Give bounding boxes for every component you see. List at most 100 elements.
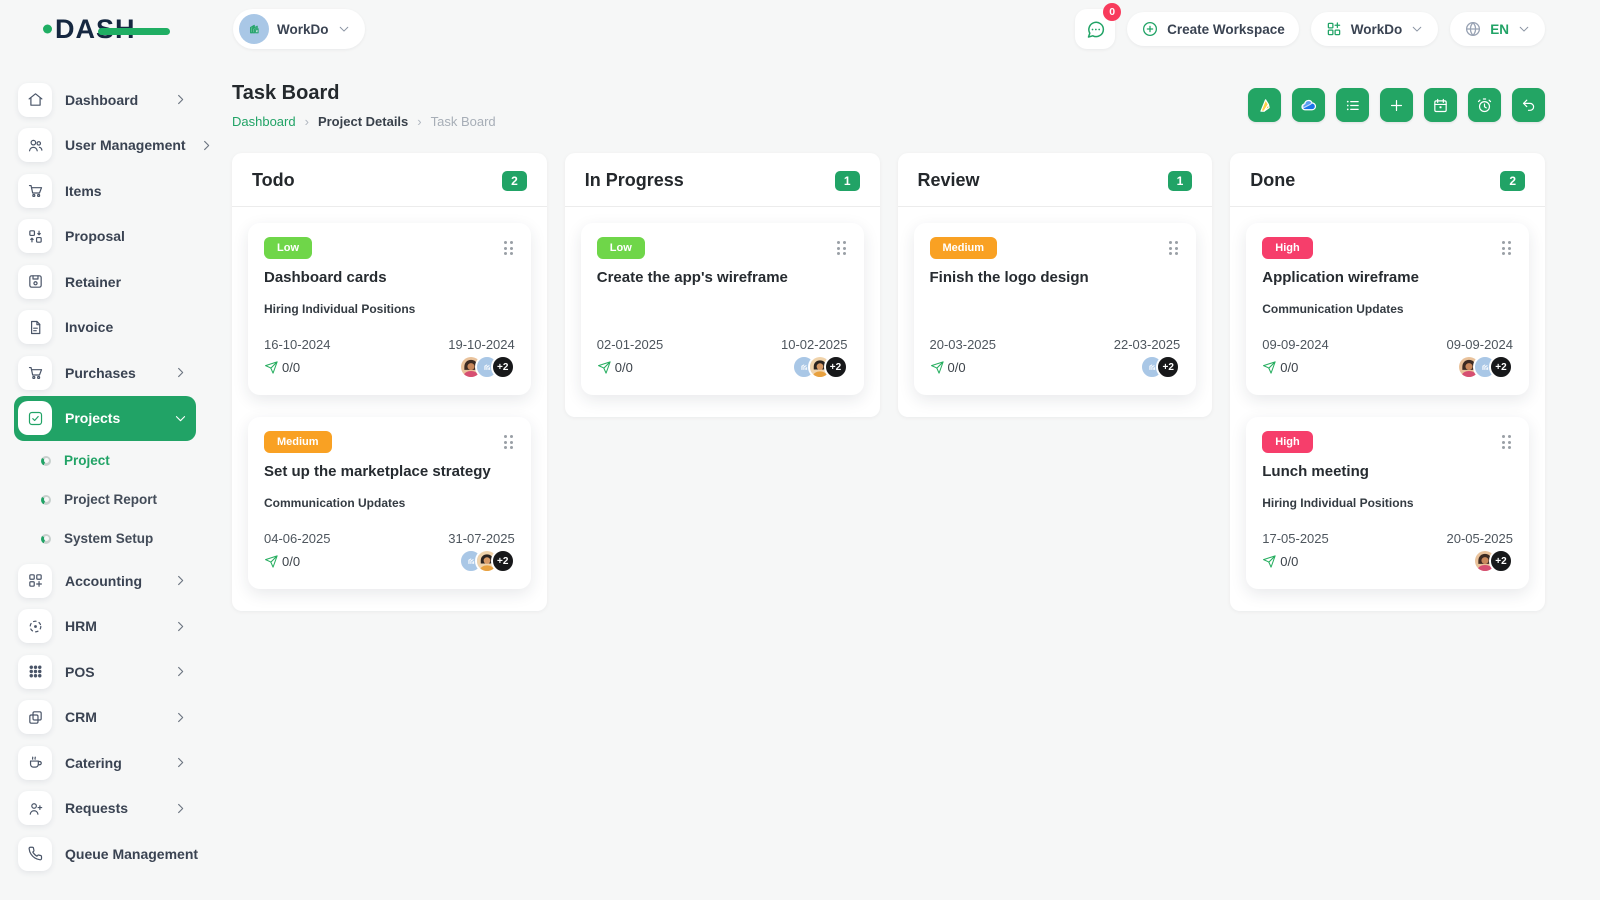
assignee-avatars: +2 xyxy=(458,549,515,573)
task-card[interactable]: Low Create the app's wireframe 02-01-202… xyxy=(580,223,864,395)
card-menu-button[interactable] xyxy=(1500,237,1513,259)
sidebar-item-label: Purchases xyxy=(65,364,136,381)
task-end-date: 09-09-2024 xyxy=(1446,337,1514,352)
task-end-date: 31-07-2025 xyxy=(448,531,515,546)
task-progress-count: 0/0 xyxy=(614,359,633,375)
task-card[interactable]: Medium Set up the marketplace strategy C… xyxy=(248,417,531,589)
messages-button[interactable]: 0 xyxy=(1075,3,1122,49)
task-title: Lunch meeting xyxy=(1262,463,1369,480)
timer-button[interactable] xyxy=(1468,88,1501,122)
breadcrumb: Dashboard › Project Details › Task Board xyxy=(232,114,496,129)
task-progress: 0/0 xyxy=(597,360,633,375)
send-icon xyxy=(1262,360,1277,375)
app-logo[interactable]: DASH xyxy=(43,15,171,43)
sidebar-item-items[interactable]: Items xyxy=(14,168,196,214)
task-card[interactable]: High Application wireframe Communication… xyxy=(1246,223,1529,395)
workspace-avatar xyxy=(239,14,269,44)
chevron-right-icon xyxy=(173,365,188,380)
sidebar-item-label: Catering xyxy=(65,754,122,771)
chevron-down-icon xyxy=(337,22,351,36)
card-menu-button[interactable] xyxy=(835,237,848,259)
sidebar-item-crm[interactable]: CRM xyxy=(14,695,196,741)
breadcrumb-task-board: Task Board xyxy=(430,114,496,129)
card-menu-button[interactable] xyxy=(1167,237,1180,259)
task-progress: 0/0 xyxy=(264,554,300,569)
board-column-in-progress: In Progress 1 Low Create the app's wiref… xyxy=(564,153,880,417)
task-card[interactable]: Medium Finish the logo design 20-03-2025… xyxy=(913,223,1197,395)
sidebar-item-label: Invoice xyxy=(65,319,114,336)
chevron-down-icon xyxy=(173,411,188,426)
sidebar-item-queue-management[interactable]: Queue Management xyxy=(14,831,198,877)
chevron-right-icon xyxy=(173,710,188,725)
sidebar-subitem-project-report[interactable]: Project Report xyxy=(14,480,196,519)
workspace-pill[interactable]: WorkDo xyxy=(233,9,365,49)
sidebar-item-catering[interactable]: Catering xyxy=(14,740,196,786)
task-end-date: 19-10-2024 xyxy=(448,337,515,352)
card-menu-button[interactable] xyxy=(502,237,515,259)
back-button[interactable] xyxy=(1512,88,1545,122)
chevron-right-icon xyxy=(173,664,188,679)
priority-badge: High xyxy=(1262,431,1313,453)
column-body: Medium Finish the logo design 20-03-2025… xyxy=(898,207,1213,417)
calendar-icon xyxy=(1432,97,1449,114)
language-selector[interactable]: EN xyxy=(1450,12,1545,46)
breadcrumb-project-details[interactable]: Project Details xyxy=(318,114,408,129)
sidebar-item-requests[interactable]: Requests xyxy=(14,786,196,832)
swap-icon xyxy=(18,219,52,254)
phone-icon xyxy=(18,836,52,871)
create-workspace-button[interactable]: Create Workspace xyxy=(1127,12,1299,46)
plus-circle-icon xyxy=(1141,20,1159,38)
avatar-more: +2 xyxy=(1489,549,1513,573)
task-milestone: Communication Updates xyxy=(1262,302,1404,316)
sidebar-item-hrm[interactable]: HRM xyxy=(14,604,196,650)
workspace-switcher[interactable]: WorkDo xyxy=(1310,12,1439,46)
topbar: DASH WorkDo 0 Create Workspace WorkDo EN xyxy=(0,0,1600,58)
sidebar-item-user-management[interactable]: User Management xyxy=(14,123,209,169)
sidebar-item-proposal[interactable]: Proposal xyxy=(14,214,196,260)
logo-wrap: DASH xyxy=(0,15,210,43)
card-menu-button[interactable] xyxy=(1500,431,1513,453)
priority-badge: High xyxy=(1262,237,1313,259)
sidebar-item-retainer[interactable]: Retainer xyxy=(14,259,196,305)
sidebar-item-dashboard[interactable]: Dashboard xyxy=(14,77,196,123)
grid-small-icon xyxy=(1325,20,1343,38)
sidebar-subitem-project[interactable]: Project xyxy=(14,441,196,480)
assignee-avatars: +2 xyxy=(791,355,848,379)
page-actions xyxy=(1248,88,1545,122)
sidebar-item-accounting[interactable]: Accounting xyxy=(14,558,196,604)
send-icon xyxy=(1262,554,1277,569)
sidebar-item-label: Proposal xyxy=(65,228,125,245)
column-title: Review xyxy=(917,170,980,190)
sidebar-item-purchases[interactable]: Purchases xyxy=(14,350,196,396)
sidebar-item-label: User Management xyxy=(65,137,186,154)
chevron-down-icon xyxy=(1517,22,1531,36)
breadcrumb-dashboard[interactable]: Dashboard xyxy=(232,114,296,129)
list-view-button[interactable] xyxy=(1336,88,1369,122)
onedrive-button[interactable] xyxy=(1292,88,1325,122)
task-card[interactable]: High Lunch meeting Hiring Individual Pos… xyxy=(1246,417,1529,589)
calendar-button[interactable] xyxy=(1424,88,1457,122)
sidebar-item-pos[interactable]: POS xyxy=(14,649,196,695)
sidebar-subitem-system-setup[interactable]: System Setup xyxy=(14,519,196,558)
sidebar-item-projects[interactable]: Projects xyxy=(14,395,196,441)
task-progress-count: 0/0 xyxy=(282,359,301,375)
chat-icon xyxy=(1085,19,1106,40)
sidebar-item-invoice[interactable]: Invoice xyxy=(14,305,196,351)
task-card[interactable]: Low Dashboard cards Hiring Individual Po… xyxy=(248,223,531,395)
sidebar-subitem-label: Project Report xyxy=(64,492,158,507)
user-plus-icon xyxy=(18,791,52,826)
google-drive-button[interactable] xyxy=(1248,88,1281,122)
add-task-button[interactable] xyxy=(1380,88,1413,122)
priority-badge: Low xyxy=(264,237,312,259)
column-title: Todo xyxy=(252,170,295,190)
main-content: Task Board Dashboard › Project Details › Tas… xyxy=(210,58,1600,900)
grid-plus-icon xyxy=(18,563,52,598)
column-title: Done xyxy=(1250,170,1296,190)
assignee-avatars: +2 xyxy=(1457,355,1513,379)
task-progress-count: 0/0 xyxy=(282,553,301,569)
sidebar-item-label: Items xyxy=(65,182,102,199)
card-menu-button[interactable] xyxy=(502,431,515,453)
bullet-icon xyxy=(41,494,51,505)
task-progress-count: 0/0 xyxy=(1280,553,1299,569)
send-icon xyxy=(264,554,279,569)
